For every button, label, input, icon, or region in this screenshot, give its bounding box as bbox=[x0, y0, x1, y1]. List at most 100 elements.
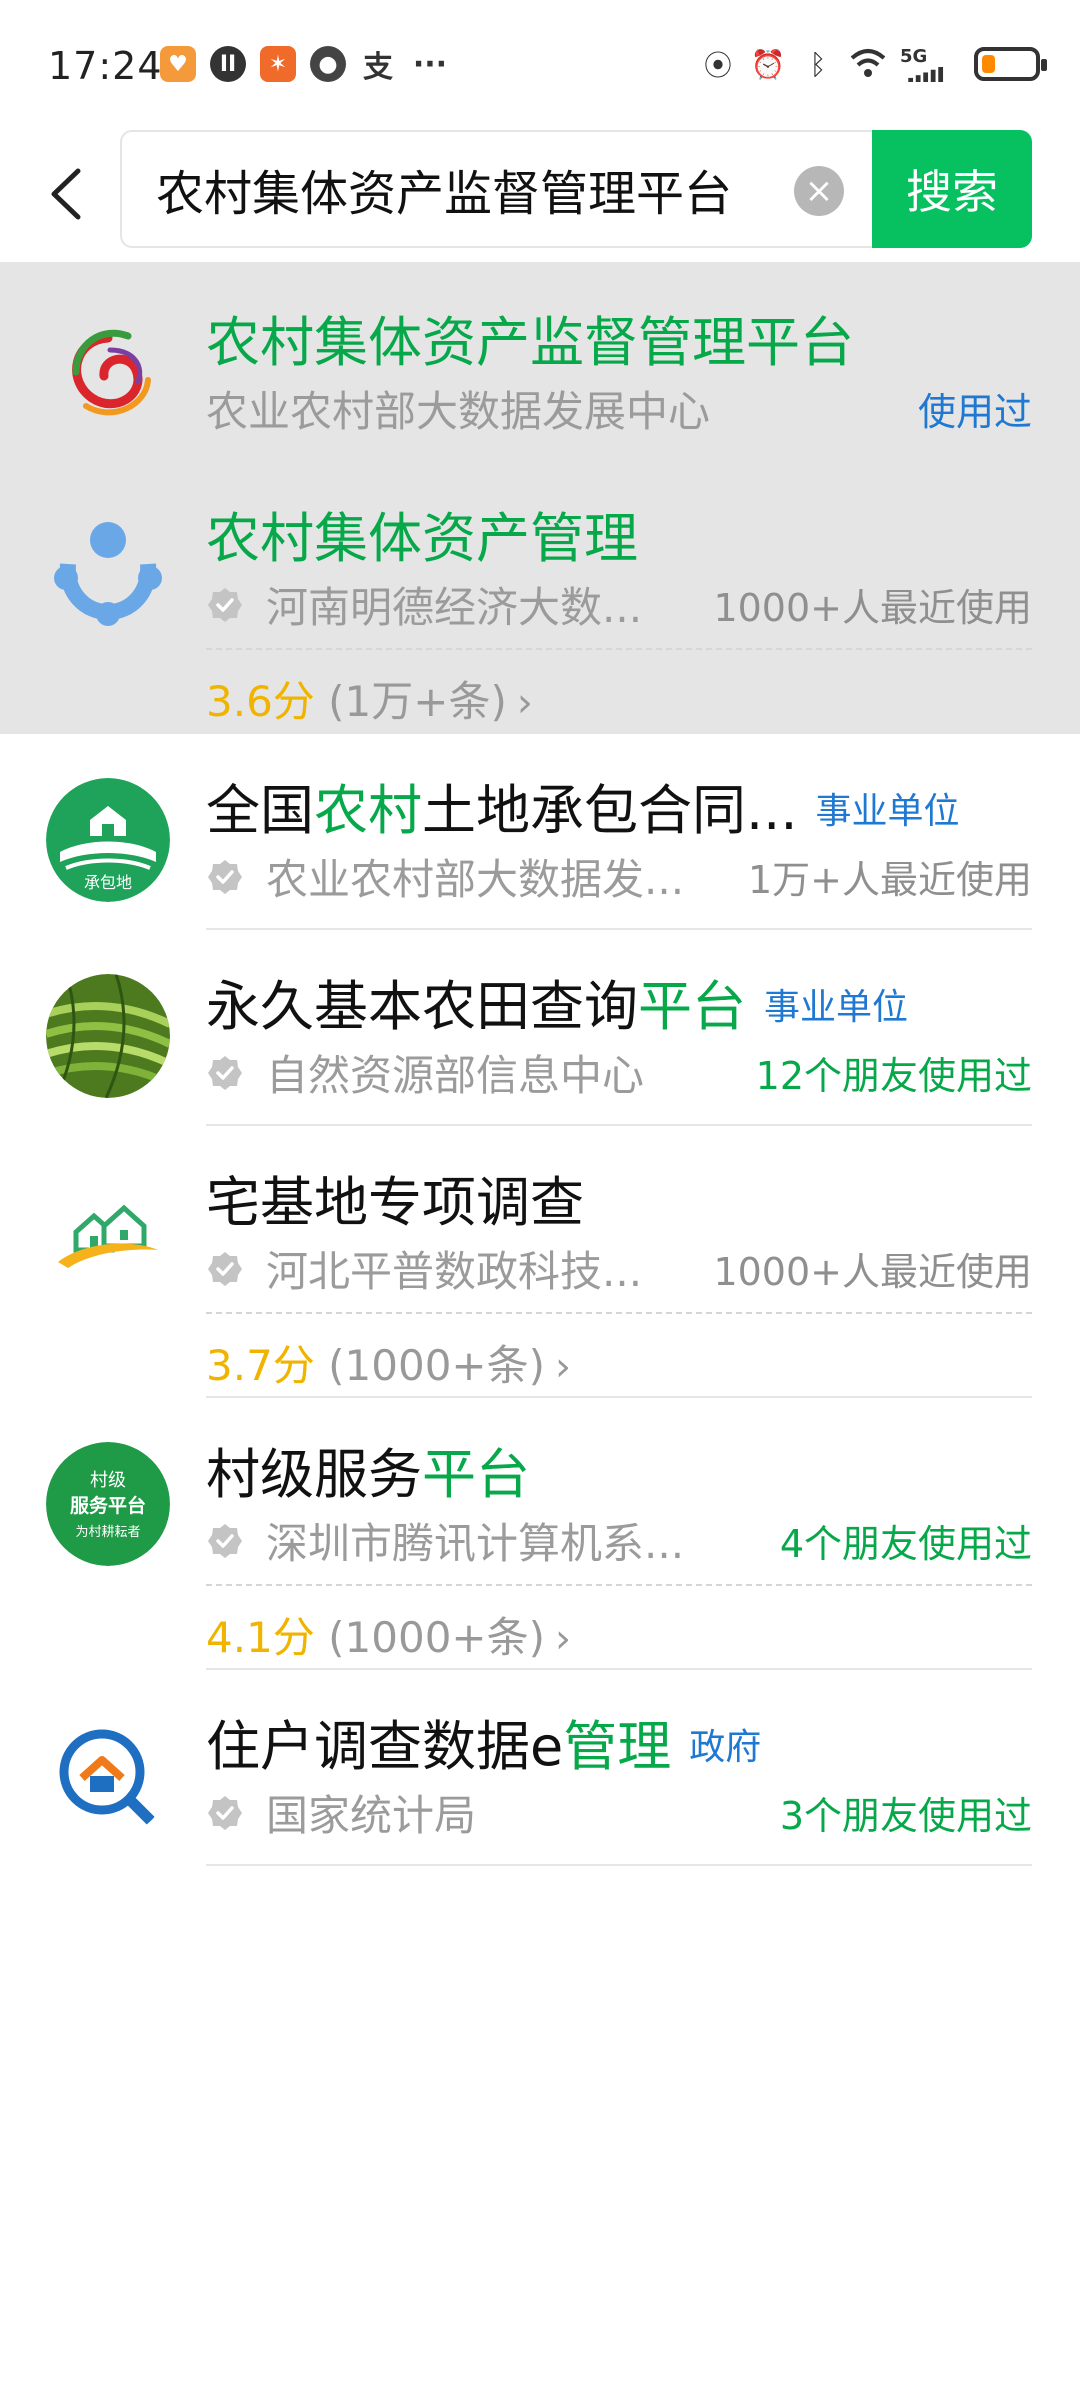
dashed-divider bbox=[206, 1584, 1032, 1586]
result-item[interactable]: 宅基地专项调查河北平普数政科技... 1000+人最近使用 3.7分 (1000+条… bbox=[0, 1126, 1080, 1398]
people-circle-logo-icon bbox=[46, 506, 170, 630]
result-subtitle-row: 河南明德经济大数... 1000+人最近使用 bbox=[206, 574, 1032, 635]
battery-level bbox=[982, 55, 995, 73]
verified-badge-icon bbox=[208, 859, 242, 894]
result-item[interactable]: 住户调查数据e管理 政府国家统计局 3个朋友使用过 bbox=[0, 1670, 1080, 1866]
result-item[interactable]: 农村集体资产管理河南明德经济大数... 1000+人最近使用 3.6分 (1万+条)… bbox=[0, 462, 1080, 734]
rating-link[interactable]: 4.1分 (1000+条) › bbox=[206, 1604, 571, 1665]
result-subtitle-row: 农业农村部大数据发展中心 使用过 bbox=[206, 378, 1032, 439]
result-title: 住户调查数据e管理 政府 bbox=[206, 1702, 761, 1781]
rating-link[interactable]: 3.7分 (1000+条) › bbox=[206, 1332, 571, 1393]
podcast-icon: II bbox=[210, 46, 246, 82]
search-query-text: 农村集体资产监督管理平台 bbox=[156, 166, 733, 222]
rating-link[interactable]: 3.6分 (1万+条) › bbox=[206, 668, 533, 729]
item-divider bbox=[206, 1864, 1032, 1866]
result-title-part: 宅基地专项调查 bbox=[206, 1171, 584, 1234]
rating-score: 3.7分 bbox=[206, 1341, 315, 1390]
result-subtitle-row: 深圳市腾讯计算机系... 4个朋友使用过 bbox=[206, 1510, 1032, 1571]
verified-badge-icon bbox=[208, 1251, 242, 1286]
swirl-logo-icon bbox=[46, 310, 170, 434]
result-title-part: 农村集体资产管理 bbox=[206, 507, 638, 570]
org-type-tag: 政府 bbox=[689, 1727, 762, 1768]
svg-text:村级: 村级 bbox=[90, 1470, 126, 1491]
verified-badge-icon bbox=[208, 587, 242, 622]
search-button[interactable]: 搜索 bbox=[872, 130, 1032, 248]
result-title: 村级服务平台 bbox=[206, 1430, 530, 1509]
org-type-tag: 事业单位 bbox=[764, 987, 909, 1028]
gamepad-icon: ✶ bbox=[260, 46, 296, 82]
network-type: 5G bbox=[900, 46, 928, 67]
result-title-part: 住户调查数据e bbox=[206, 1715, 564, 1778]
result-subtitle-row: 河北平普数政科技... 1000+人最近使用 bbox=[206, 1238, 1032, 1299]
app-badge-icon: ♥ bbox=[160, 46, 196, 82]
result-developer: 农业农村部大数据发展中心 bbox=[206, 387, 711, 436]
signal-icon: 5G bbox=[900, 46, 956, 82]
result-developer: 农业农村部大数据发... bbox=[266, 855, 685, 904]
result-developer: 自然资源部信息中心 bbox=[266, 1051, 645, 1100]
result-title: 全国农村土地承包合同... 事业单位 bbox=[206, 766, 960, 845]
rating-score: 4.1分 bbox=[206, 1613, 315, 1662]
result-item[interactable]: 永久基本农田查询平台 事业单位自然资源部信息中心 12个朋友使用过 bbox=[0, 930, 1080, 1126]
household-survey-logo-icon bbox=[46, 1714, 170, 1838]
result-developer: 深圳市腾讯计算机系... bbox=[266, 1519, 685, 1568]
result-developer: 河南明德经济大数... bbox=[266, 583, 643, 632]
verified-badge-icon bbox=[208, 1055, 242, 1090]
usage-info: 1000+人最近使用 bbox=[713, 1250, 1032, 1294]
usage-info: 1000+人最近使用 bbox=[713, 586, 1032, 630]
verified-badge-icon bbox=[208, 1795, 242, 1830]
result-item[interactable]: 村级 服务平台 为村耕耘者 村级服务平台 深圳市腾讯计算机系... 4个朋友使用过 4.1分… bbox=[0, 1398, 1080, 1670]
back-button[interactable] bbox=[40, 162, 90, 226]
fruit-icon: ● bbox=[310, 46, 346, 82]
result-item[interactable]: 农村集体资产监督管理平台 农业农村部大数据发展中心 使用过 bbox=[0, 262, 1080, 462]
houses-logo-icon bbox=[46, 1170, 170, 1294]
result-title-part: 管理 bbox=[563, 1715, 672, 1778]
result-subtitle-row: 农业农村部大数据发... 1万+人最近使用 bbox=[206, 846, 1032, 907]
chevron-right-icon: › bbox=[516, 680, 533, 726]
result-developer: 国家统计局 bbox=[266, 1791, 477, 1840]
result-title-part: 平台 bbox=[422, 1443, 530, 1506]
logo-caption: 承包地 bbox=[84, 873, 132, 892]
rating-count: (1000+条) bbox=[314, 1341, 545, 1390]
rating-score: 3.6分 bbox=[206, 677, 315, 726]
system-icons: ⦿ ⏰ ᛒ 5G bbox=[700, 46, 1047, 82]
rating-count: (1000+条) bbox=[314, 1613, 545, 1662]
terraced-field-logo-icon bbox=[46, 974, 170, 1098]
result-item[interactable]: 承包地 全国农村土地承包合同... 事业单位农业农村部大数据发... 1万+人最近使用 bbox=[0, 734, 1080, 930]
result-title: 农村集体资产管理 bbox=[206, 494, 638, 573]
land-contract-logo-icon: 承包地 bbox=[46, 778, 170, 902]
result-subtitle-row: 国家统计局 3个朋友使用过 bbox=[206, 1782, 1032, 1843]
usage-info: 1万+人最近使用 bbox=[747, 858, 1032, 902]
bluetooth-icon: ᛒ bbox=[809, 47, 827, 81]
battery-icon bbox=[974, 47, 1047, 81]
svg-text:服务平台: 服务平台 bbox=[70, 1494, 146, 1517]
results-list: 农村集体资产监督管理平台 农业农村部大数据发展中心 使用过 农村集体资产管理 河南明德经… bbox=[0, 262, 1080, 1866]
result-title-part: 全国 bbox=[206, 779, 314, 842]
nfc-icon: ⦿ bbox=[703, 49, 732, 82]
alipay-icon: 支 bbox=[363, 50, 393, 85]
close-icon: × bbox=[804, 171, 834, 211]
result-title: 永久基本农田查询平台 事业单位 bbox=[206, 962, 908, 1041]
wifi-icon bbox=[850, 46, 886, 82]
clear-search-button[interactable]: × bbox=[794, 166, 844, 216]
more-notifications-icon: ··· bbox=[412, 46, 448, 82]
usage-info: 使用过 bbox=[917, 390, 1032, 434]
status-time: 17:24 bbox=[48, 44, 163, 88]
alarm-icon: ⏰ bbox=[750, 47, 786, 81]
chevron-left-icon bbox=[51, 168, 81, 220]
result-title-part: 平台 bbox=[638, 975, 746, 1038]
rating-count: (1万+条) bbox=[314, 677, 507, 726]
dashed-divider bbox=[206, 1312, 1032, 1314]
result-title-part: 永久基本农田查询 bbox=[206, 975, 638, 1038]
notification-icons: ♥ II ✶ ● 支 ··· bbox=[160, 46, 450, 85]
chevron-right-icon: › bbox=[555, 1344, 571, 1390]
dashed-divider bbox=[206, 648, 1032, 650]
verified-badge-icon bbox=[208, 1523, 242, 1558]
village-service-logo-icon: 村级 服务平台 为村耕耘者 bbox=[46, 1442, 170, 1566]
search-input[interactable]: 农村集体资产监督管理平台 × bbox=[120, 130, 872, 248]
usage-info: 12个朋友使用过 bbox=[755, 1054, 1032, 1098]
result-title-part: 土地承包合同... bbox=[422, 779, 798, 842]
chevron-right-icon: › bbox=[555, 1616, 571, 1662]
usage-info: 3个朋友使用过 bbox=[779, 1794, 1032, 1838]
result-developer: 河北平普数政科技... bbox=[266, 1247, 643, 1296]
result-title: 宅基地专项调查 bbox=[206, 1158, 584, 1237]
